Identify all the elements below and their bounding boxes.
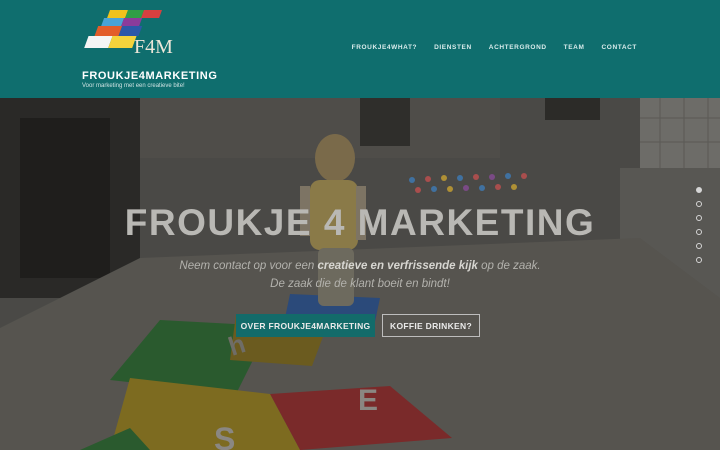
hero-subtitle-line-2: De zaak die de klant boeit en bindt!: [270, 278, 450, 290]
slider-dot-3[interactable]: [696, 215, 702, 221]
slider-dot-5[interactable]: [696, 243, 702, 249]
svg-text:S: S: [214, 421, 235, 450]
nav-item-froukje4what[interactable]: FROUKJE4WHAT?: [352, 44, 417, 51]
slider-pagination: [696, 187, 702, 263]
coffee-button[interactable]: KOFFIE DRINKEN?: [382, 314, 480, 337]
svg-text:F4M: F4M: [134, 36, 173, 58]
site-tagline: Voor marketing met een creatieve bite!: [82, 83, 185, 89]
hero-subtitle-line-1: Neem contact op voor een creatieve en ve…: [179, 260, 541, 272]
site-header: F4M FROUKJE4MARKETING Voor marketing met…: [0, 0, 720, 98]
hero-section: h E S FROUKJE 4 MARKETING Neem contact o…: [0, 98, 720, 450]
hopscotch-logo-icon[interactable]: F4M: [84, 4, 184, 62]
nav-item-team[interactable]: TEAM: [564, 44, 585, 51]
about-button[interactable]: OVER FROUKJE4MARKETING: [236, 314, 375, 337]
slider-dot-1[interactable]: [696, 187, 702, 193]
slider-dot-2[interactable]: [696, 201, 702, 207]
hero-background-photo: h E S: [0, 98, 720, 450]
svg-text:E: E: [358, 384, 378, 417]
slider-dot-4[interactable]: [696, 229, 702, 235]
site-title[interactable]: FROUKJE4MARKETING: [82, 70, 218, 82]
nav-item-diensten[interactable]: DIENSTEN: [434, 44, 472, 51]
slider-dot-6[interactable]: [696, 257, 702, 263]
hero-highlight: creatieve en verfrissende kijk: [317, 260, 478, 272]
nav-item-contact[interactable]: CONTACT: [602, 44, 638, 51]
main-nav: FROUKJE4WHAT? DIENSTEN ACHTERGROND TEAM …: [352, 44, 637, 51]
nav-item-achtergrond[interactable]: ACHTERGROND: [489, 44, 547, 51]
hero-title: FROUKJE 4 MARKETING: [124, 202, 596, 243]
